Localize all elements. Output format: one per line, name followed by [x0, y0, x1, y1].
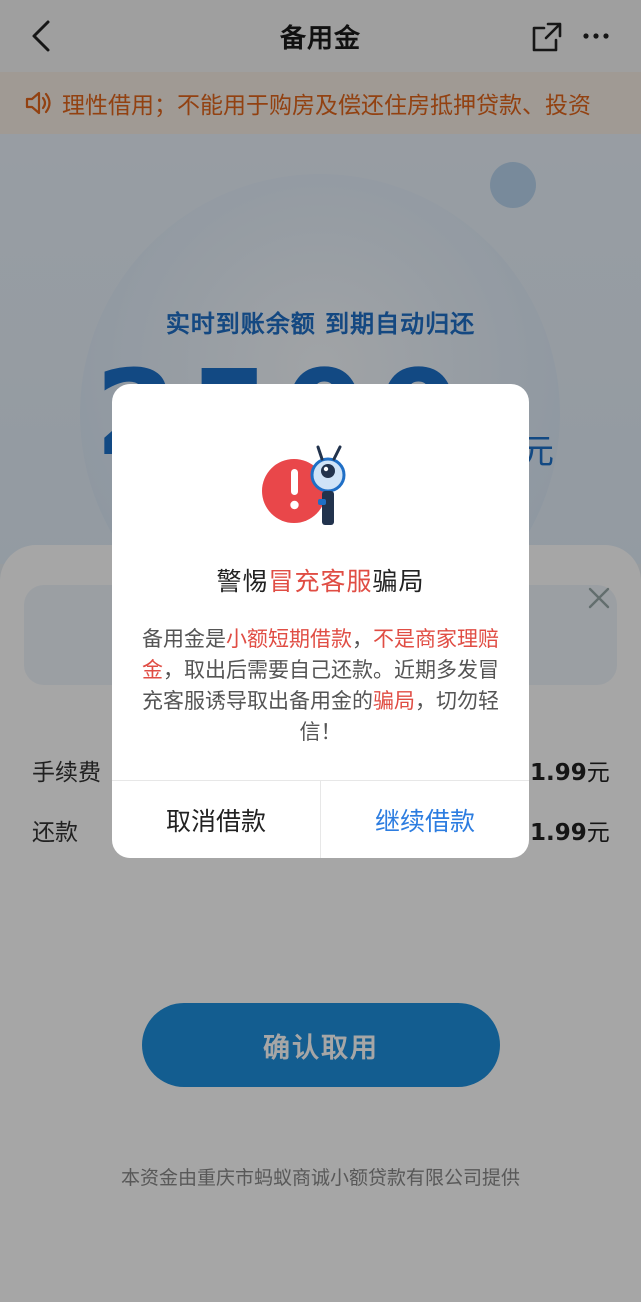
body-segment: 备用金是	[142, 627, 226, 651]
dialog-body: 备用金是小额短期借款，不是商家理赔金，取出后需要自己还款。近期多发冒充客服诱导取…	[142, 624, 499, 748]
dialog-title-post: 骗局	[372, 567, 425, 596]
dialog-actions: 取消借款 继续借款	[112, 780, 529, 858]
dialog-title-pre: 警惕	[216, 567, 269, 596]
dialog-title: 警惕冒充客服骗局	[112, 562, 529, 598]
warning-dialog: 警惕冒充客服骗局 备用金是小额短期借款，不是商家理赔金，取出后需要自己还款。近期…	[112, 384, 529, 858]
continue-loan-button[interactable]: 继续借款	[321, 781, 529, 858]
body-segment: ，	[352, 627, 373, 651]
warning-ant-icon	[262, 445, 346, 525]
page: 备用金 理性借用；不能用于购房及偿还住房抵押贷款、投资 实时到账余额 到期自动归…	[0, 0, 641, 1302]
dialog-title-highlight: 冒充客服	[268, 567, 373, 596]
body-highlight: 小额短期借款	[226, 627, 352, 651]
cancel-loan-button[interactable]: 取消借款	[112, 781, 321, 858]
body-highlight: 骗局	[373, 689, 415, 713]
